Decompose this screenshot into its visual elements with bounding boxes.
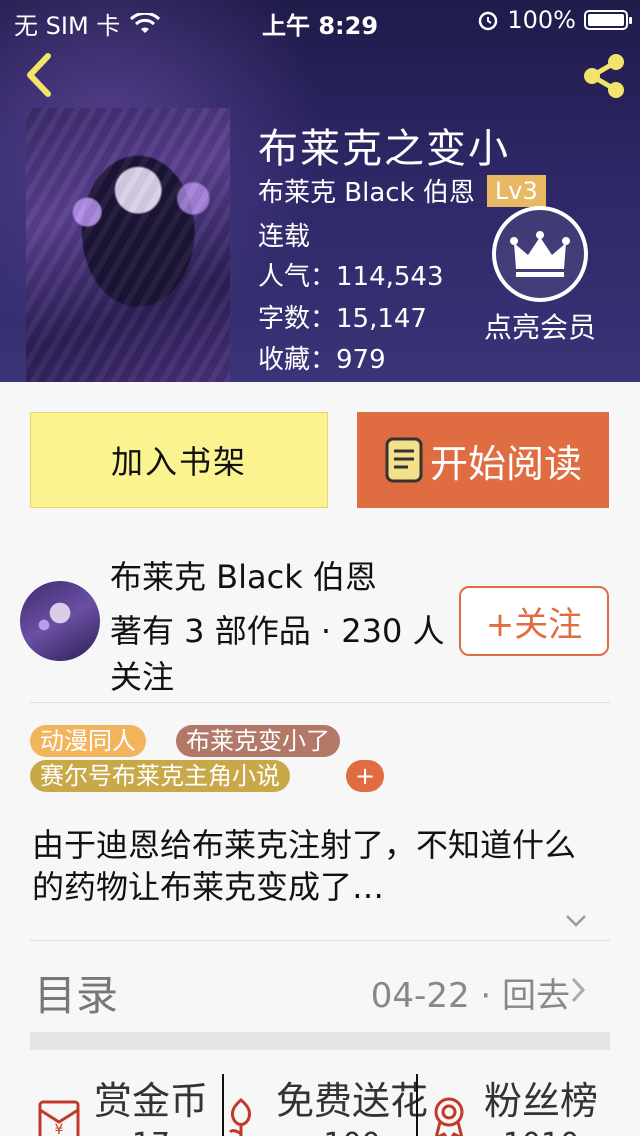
divider [30, 940, 610, 941]
reward-coins-value: 17 [94, 1127, 208, 1136]
toc-title[interactable]: 目录 [34, 962, 118, 1023]
synopsis[interactable]: 由于迪恩给布莱克注射了，不知道什么的药物让布莱克变成了… [32, 824, 592, 908]
author-name[interactable]: 布莱克 Black 伯恩 [110, 552, 377, 598]
divider [30, 702, 610, 703]
add-to-shelf-button[interactable]: 加入书架 [30, 412, 328, 508]
reward-coins-button[interactable]: ¥ 赏金币 17 [30, 1070, 230, 1136]
add-tag-button[interactable]: + [346, 760, 384, 792]
author-name-header[interactable]: 布莱克 Black 伯恩 [258, 172, 475, 209]
add-to-shelf-label: 加入书架 [110, 443, 247, 481]
vip-label: 点亮会员 [483, 311, 596, 344]
tag-item[interactable]: 动漫同人 [30, 725, 146, 757]
serial-status: 连载 [258, 222, 311, 252]
medal-icon [434, 1097, 464, 1136]
divider [416, 1074, 418, 1136]
crown-icon [510, 231, 570, 277]
chevron-left-icon [27, 53, 51, 97]
back-button[interactable] [18, 50, 62, 100]
start-reading-button[interactable]: 开始阅读 [357, 412, 609, 508]
alarm-icon [479, 11, 498, 31]
popularity-stat: 人气：114,543 [258, 262, 444, 292]
share-button[interactable] [576, 48, 632, 104]
flower-icon [228, 1098, 252, 1136]
free-flower-label: 免费送花 [276, 1079, 429, 1123]
follow-button[interactable]: +关注 [459, 586, 609, 656]
chevron-down-icon[interactable] [564, 908, 588, 932]
share-icon [584, 54, 624, 98]
battery-icon [584, 10, 632, 30]
follow-label: +关注 [485, 604, 583, 645]
section-separator [30, 1032, 610, 1050]
start-reading-label: 开始阅读 [429, 441, 582, 486]
reward-coins-label: 赏金币 [94, 1079, 209, 1123]
book-header: 无 SIM 卡 上午 8:29 100% 布莱克之变小 布莱克 Black 伯恩… [0, 0, 640, 382]
favorites-stat: 收藏：979 [258, 345, 386, 375]
author-line: 布莱克 Black 伯恩 Lv3 [258, 172, 546, 209]
red-envelope-icon: ¥ [38, 1100, 80, 1136]
status-bar: 无 SIM 卡 上午 8:29 100% [0, 0, 640, 40]
battery-percent: 100% [507, 6, 576, 34]
free-flower-button[interactable]: 免费送花 100 [212, 1070, 432, 1136]
tag-item[interactable]: 布莱克变小了 [176, 725, 340, 757]
book-cover[interactable] [26, 108, 230, 382]
vip-button[interactable]: 点亮会员 [474, 206, 606, 346]
toc-latest-chapter[interactable]: 04-22 · 回去 [371, 968, 570, 1017]
book-icon [385, 437, 423, 483]
free-flower-value: 100 [276, 1127, 428, 1136]
tag-item[interactable]: 赛尔号布莱克主角小说 [30, 760, 290, 792]
fan-ranking-label: 粉丝榜 [484, 1079, 599, 1123]
book-title: 布莱克之变小 [258, 126, 510, 172]
fan-ranking-value: 1010 [484, 1127, 598, 1136]
svg-text:¥: ¥ [55, 1122, 64, 1136]
author-avatar[interactable] [20, 581, 100, 661]
word-count-stat: 字数：15,147 [258, 304, 427, 334]
fan-ranking-button[interactable]: 粉丝榜 1010 [420, 1070, 620, 1136]
level-badge: Lv3 [486, 174, 546, 207]
chevron-right-icon[interactable] [568, 976, 588, 1004]
author-stats: 著有 3 部作品 · 230 人关注 [110, 612, 445, 696]
